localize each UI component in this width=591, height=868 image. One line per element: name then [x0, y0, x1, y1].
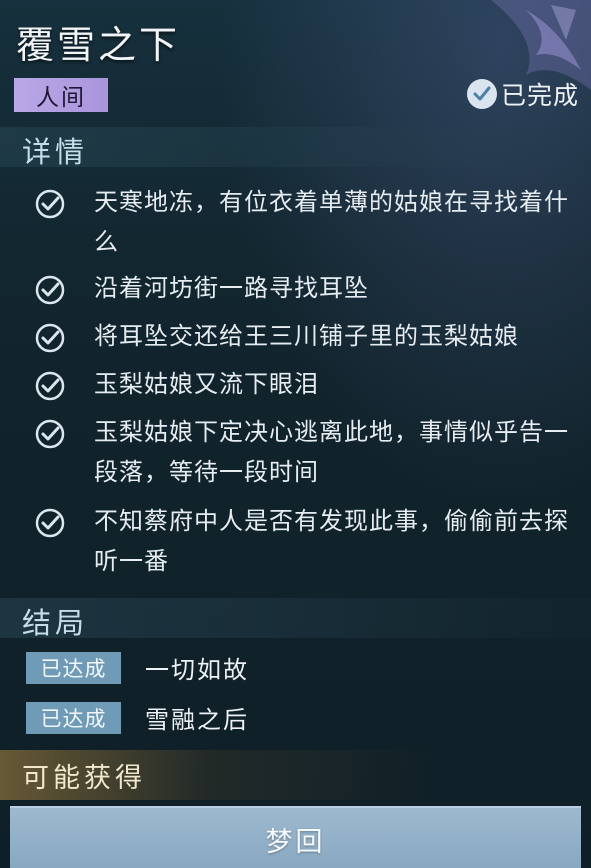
achieved-badge: 已达成 — [26, 651, 121, 684]
endings-header-bar — [0, 598, 591, 638]
check-icon — [35, 323, 65, 353]
task-text: 将耳坠交还给王三川铺子里的玉梨姑娘 — [94, 322, 519, 350]
task-item: 玉梨姑娘又流下眼泪 — [34, 368, 584, 404]
task-item: 不知蔡府中人是否有发现此事，偷偷前去探听一番 — [34, 505, 584, 581]
check-circle-icon — [466, 79, 497, 109]
details-header-bar — [0, 127, 591, 167]
quest-category-tag: 人间 — [14, 78, 108, 112]
task-text: 玉梨姑娘下定决心逃离此地，事情似乎告一段落，等待一段时间 — [94, 418, 569, 486]
achieved-badge: 已达成 — [26, 701, 121, 734]
ending-name: 一切如故 — [145, 656, 249, 684]
ending-name: 雪融之后 — [145, 706, 249, 734]
task-item: 玉梨姑娘下定决心逃离此地，事情似乎告一段落，等待一段时间 — [34, 416, 584, 492]
check-icon — [35, 189, 65, 219]
task-text: 沿着河坊街一路寻找耳坠 — [94, 274, 369, 302]
check-icon — [35, 275, 65, 305]
task-text: 玉梨姑娘又流下眼泪 — [94, 370, 319, 398]
check-icon — [35, 508, 65, 538]
task-item: 天寒地冻，有位衣着单薄的姑娘在寻找着什么 — [34, 186, 584, 262]
task-text: 天寒地冻，有位衣着单薄的姑娘在寻找着什么 — [94, 188, 569, 256]
quest-status: 已完成 — [466, 76, 579, 112]
rewards-heading: 可能获得 — [22, 763, 146, 794]
reward-name: 梦回 — [265, 827, 326, 858]
ending-item: 已达成 雪融之后 — [26, 700, 249, 735]
task-item: 沿着河坊街一路寻找耳坠 — [34, 272, 584, 308]
quest-status-label: 已完成 — [500, 81, 579, 110]
check-icon — [35, 419, 65, 449]
ending-item: 已达成 一切如故 — [26, 650, 249, 685]
details-heading: 详情 — [22, 135, 89, 169]
quest-panel: 覆雪之下 人间 已完成 详情 天寒地冻，有位衣着单薄的姑娘在寻找着什么 沿着河坊… — [0, 0, 591, 868]
check-icon — [35, 371, 65, 401]
quest-title: 覆雪之下 — [16, 23, 181, 67]
task-text: 不知蔡府中人是否有发现此事，偷偷前去探听一番 — [94, 507, 569, 575]
endings-heading: 结局 — [22, 606, 89, 640]
task-item: 将耳坠交还给王三川铺子里的玉梨姑娘 — [34, 320, 584, 356]
